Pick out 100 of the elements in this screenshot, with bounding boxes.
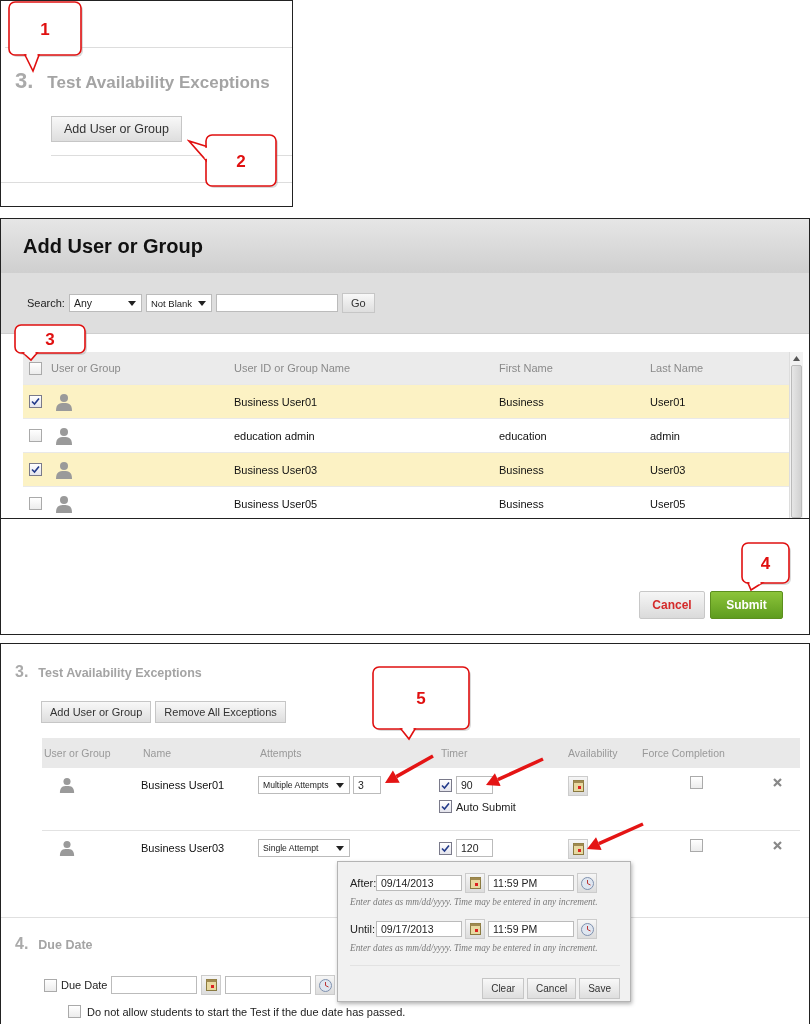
arrow bbox=[385, 754, 434, 783]
table-cell-text: User05 bbox=[650, 497, 687, 510]
checkbox[interactable] bbox=[29, 395, 42, 408]
section-number: 4. bbox=[15, 935, 29, 953]
clock-icon bbox=[580, 876, 594, 890]
checkbox[interactable] bbox=[439, 800, 452, 813]
hint-text: Enter dates as mm/dd/yyyy. Time may be entered in any increment. bbox=[350, 897, 599, 907]
checkbox[interactable] bbox=[439, 778, 452, 792]
attempts-dropdown[interactable]: Multiple Attempts bbox=[258, 776, 350, 794]
timer-field[interactable]: 90 bbox=[456, 776, 493, 794]
column-header: User ID or Group Name bbox=[234, 362, 352, 374]
toolbar-button[interactable]: Add User or Group bbox=[41, 701, 152, 723]
time-field[interactable]: 11:59 PM bbox=[488, 921, 574, 937]
checkbox[interactable] bbox=[29, 361, 42, 375]
search-label: Search: bbox=[27, 297, 65, 309]
section-number: 3. bbox=[15, 663, 29, 681]
step-number: 3 bbox=[45, 330, 55, 348]
clock-button[interactable] bbox=[577, 873, 597, 893]
table-cell-text: admin bbox=[650, 429, 681, 442]
date-field[interactable] bbox=[111, 976, 198, 994]
user-name: Business User01 bbox=[141, 778, 226, 791]
caret-icon bbox=[336, 845, 344, 851]
caret-icon bbox=[127, 300, 136, 306]
toolbar-button[interactable]: Remove All Exceptions bbox=[155, 701, 286, 723]
popup-button[interactable]: Save bbox=[579, 978, 620, 999]
calendar-icon bbox=[572, 780, 584, 792]
scroll-up-icon[interactable] bbox=[793, 356, 800, 361]
calendar-icon bbox=[469, 923, 481, 935]
calendar-button[interactable] bbox=[568, 776, 588, 796]
user-icon bbox=[55, 426, 73, 445]
calendar-button[interactable] bbox=[201, 975, 222, 995]
checkbox[interactable] bbox=[29, 497, 42, 510]
user-icon bbox=[55, 460, 73, 479]
date-field[interactable]: 09/17/2013 bbox=[376, 921, 462, 937]
time-field[interactable]: 11:59 PM bbox=[488, 875, 574, 891]
checkbox[interactable] bbox=[439, 841, 452, 855]
arrow bbox=[587, 822, 644, 851]
clock-icon bbox=[580, 922, 594, 936]
table-cell-text: Business User03 bbox=[234, 463, 319, 476]
delete-icon[interactable] bbox=[773, 778, 782, 787]
table-cell-text: Business bbox=[499, 395, 545, 408]
caret-icon bbox=[197, 300, 206, 306]
table-cell-text: User03 bbox=[650, 463, 687, 476]
user-name: Business User03 bbox=[141, 841, 226, 854]
callout-bubble bbox=[740, 541, 793, 594]
field-dropdown[interactable]: Any bbox=[68, 294, 142, 312]
table-cell-text: User01 bbox=[650, 395, 687, 408]
time-field[interactable] bbox=[225, 976, 312, 994]
calendar-button[interactable] bbox=[465, 873, 485, 893]
column-header: First Name bbox=[499, 362, 554, 374]
scrollbar[interactable] bbox=[789, 352, 803, 518]
column-header: Force Completion bbox=[641, 746, 726, 759]
user-icon bbox=[55, 392, 73, 411]
popup-button[interactable]: Cancel bbox=[527, 978, 577, 999]
popup-button[interactable]: Clear bbox=[482, 978, 525, 999]
table-cell-text: Business User01 bbox=[234, 395, 319, 408]
table-cell-text: education admin bbox=[234, 429, 316, 442]
calendar-icon bbox=[469, 877, 481, 889]
checkbox[interactable] bbox=[690, 776, 703, 789]
step-number: 1 bbox=[40, 20, 50, 37]
checkbox-label: Do not allow students to start the Test if the due date has passed. bbox=[87, 1005, 406, 1018]
checkbox[interactable] bbox=[29, 429, 42, 442]
go-button[interactable]: Go bbox=[341, 293, 375, 313]
attempts-dropdown[interactable]: Single Attempt bbox=[258, 839, 350, 857]
checkbox[interactable] bbox=[29, 463, 42, 476]
table-cell-text: education bbox=[499, 429, 548, 442]
section-title: Test Availability Exceptions bbox=[47, 73, 270, 93]
section-title: Due Date bbox=[38, 938, 93, 952]
column-header: Name bbox=[142, 746, 172, 759]
delete-icon[interactable] bbox=[773, 841, 782, 850]
column-header: Availability bbox=[567, 746, 619, 759]
column-header: User or Group bbox=[51, 362, 122, 374]
calendar-button[interactable] bbox=[568, 839, 588, 859]
clock-icon bbox=[319, 978, 332, 992]
calendar-button[interactable] bbox=[465, 919, 485, 939]
section-number: 3. bbox=[15, 68, 34, 94]
column-header: Attempts bbox=[259, 746, 303, 759]
user-icon bbox=[55, 494, 73, 513]
attempts-field[interactable]: 3 bbox=[353, 776, 381, 794]
checkbox[interactable] bbox=[44, 978, 57, 992]
step-number: 2 bbox=[236, 152, 246, 169]
caret-icon bbox=[336, 782, 344, 788]
cancel-button[interactable]: Cancel bbox=[639, 591, 705, 619]
hint-text: Enter dates as mm/dd/yyyy. Time may be entered in any increment. bbox=[350, 943, 599, 953]
table-cell-text: Business bbox=[499, 463, 545, 476]
checkbox[interactable] bbox=[68, 1005, 81, 1018]
checkbox[interactable] bbox=[690, 839, 703, 852]
clock-button[interactable] bbox=[577, 919, 597, 939]
add-user-button[interactable]: Add User or Group bbox=[51, 116, 182, 142]
field-label: Until: bbox=[350, 923, 373, 935]
clock-button[interactable] bbox=[315, 975, 336, 995]
condition-dropdown[interactable]: Not Blank bbox=[145, 294, 212, 312]
timer-field[interactable]: 120 bbox=[456, 839, 493, 857]
user-icon bbox=[59, 840, 75, 856]
search-field[interactable] bbox=[215, 294, 338, 312]
date-field[interactable]: 09/14/2013 bbox=[376, 875, 462, 891]
dialog-title: Add User or Group bbox=[23, 234, 203, 258]
table-cell-text: Business User05 bbox=[234, 497, 319, 510]
user-icon bbox=[59, 777, 75, 793]
calendar-icon bbox=[206, 979, 217, 991]
